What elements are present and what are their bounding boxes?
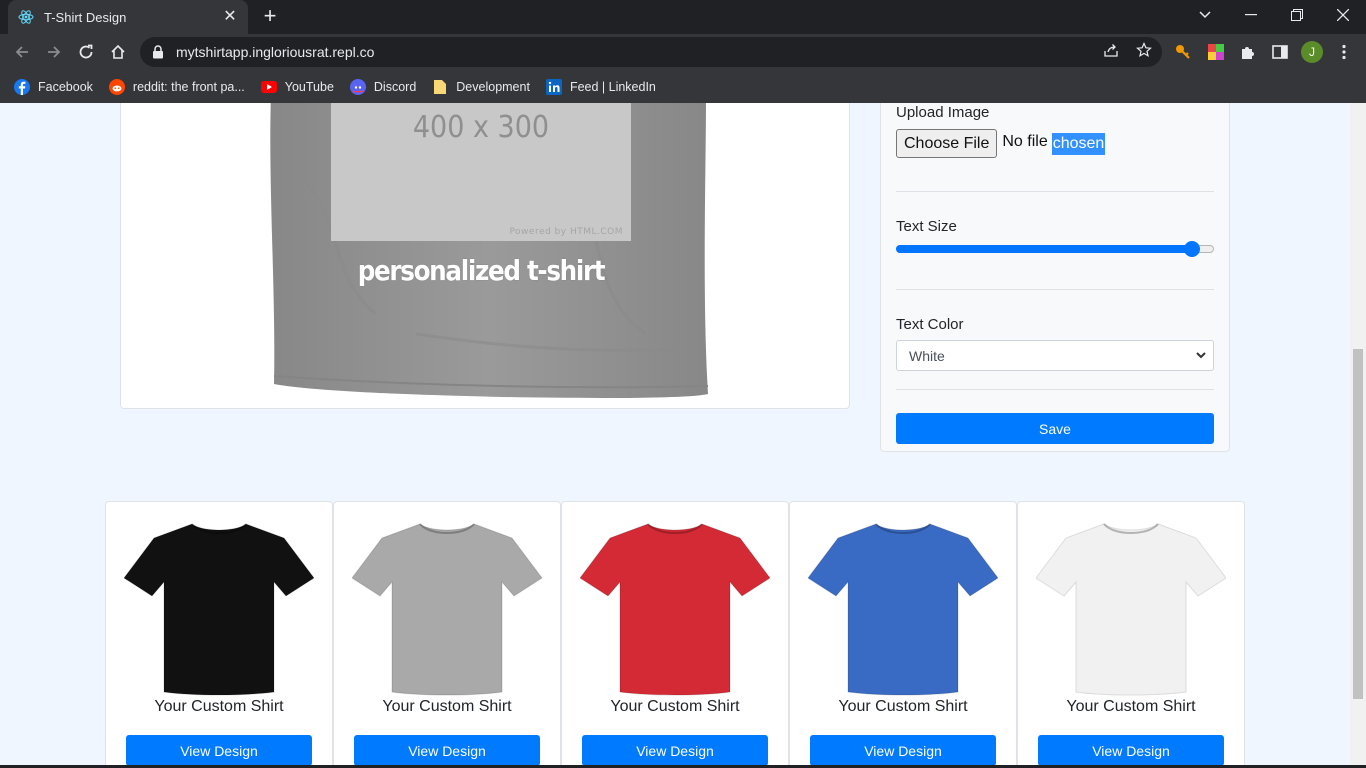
gallery-card-title: Your Custom Shirt bbox=[838, 698, 968, 715]
text-color-label: Text Color bbox=[896, 316, 964, 333]
text-size-label: Text Size bbox=[896, 218, 957, 235]
tshirt-thumbnail[interactable] bbox=[808, 520, 998, 696]
gallery-card: Your Custom Shirt View Design bbox=[561, 501, 789, 768]
view-design-button[interactable]: View Design bbox=[582, 735, 768, 766]
url-text: mytshirtapp.ingloriousrat.repl.co bbox=[176, 44, 375, 60]
bookmark-reddit[interactable]: reddit: the front pa... bbox=[108, 78, 245, 95]
color-extension-icon[interactable] bbox=[1206, 42, 1226, 62]
tshirt-body bbox=[352, 523, 542, 696]
browser-toolbar: mytshirtapp.ingloriousrat.repl.co J bbox=[0, 34, 1366, 70]
text-color-selected-value: White bbox=[909, 347, 945, 364]
share-icon[interactable] bbox=[1102, 41, 1120, 59]
linkedin-icon bbox=[545, 78, 562, 95]
bookmark-youtube[interactable]: YouTube bbox=[260, 79, 334, 95]
tshirt-thumbnail[interactable] bbox=[580, 520, 770, 696]
chevron-down-icon bbox=[1196, 352, 1206, 359]
divider bbox=[896, 191, 1214, 192]
tshirt-body bbox=[808, 523, 998, 696]
design-gallery: Your Custom Shirt View Design Your Custo… bbox=[105, 501, 1245, 768]
design-controls-panel: Upload Image Choose File No file chosen … bbox=[880, 103, 1230, 452]
tab-search-icon[interactable] bbox=[1182, 0, 1228, 30]
gallery-card: Your Custom Shirt View Design bbox=[1017, 501, 1245, 768]
shirt-preview-card: 400 x 300 Powered by HTML.COM personaliz… bbox=[120, 103, 850, 409]
divider bbox=[896, 289, 1214, 290]
scrollbar-thumb[interactable] bbox=[1353, 349, 1363, 699]
back-button[interactable] bbox=[8, 38, 36, 66]
key-extension-icon[interactable] bbox=[1173, 42, 1193, 62]
tshirt-thumbnail[interactable] bbox=[352, 520, 542, 696]
choose-file-button[interactable]: Choose File bbox=[896, 129, 998, 158]
tshirt-body bbox=[124, 523, 314, 696]
bookmark-label: Development bbox=[456, 79, 530, 94]
tab-title: T-Shirt Design bbox=[44, 9, 127, 25]
slider-thumb[interactable] bbox=[1184, 241, 1200, 257]
tshirt-body bbox=[580, 523, 770, 696]
reload-button[interactable] bbox=[72, 38, 100, 66]
bookmark-label: Feed | LinkedIn bbox=[569, 79, 656, 94]
reddit-icon bbox=[108, 78, 125, 95]
facebook-icon bbox=[14, 78, 30, 95]
side-panel-icon[interactable] bbox=[1270, 42, 1290, 62]
uploaded-image-placeholder: 400 x 300 Powered by HTML.COM bbox=[331, 103, 631, 241]
gallery-card-title: Your Custom Shirt bbox=[1066, 698, 1196, 715]
gallery-card: Your Custom Shirt View Design bbox=[105, 501, 333, 768]
youtube-icon bbox=[260, 79, 277, 95]
shirt-custom-text: personalized t-shirt bbox=[357, 254, 606, 287]
tab-strip: T-Shirt Design ✕ + bbox=[0, 0, 1366, 34]
text-size-slider[interactable] bbox=[896, 241, 1214, 257]
bookmark-label: Facebook bbox=[38, 79, 93, 94]
new-tab-button[interactable]: + bbox=[258, 5, 282, 29]
bookmark-label: reddit: the front pa... bbox=[132, 79, 245, 94]
text-color-select[interactable]: White bbox=[896, 340, 1214, 371]
gallery-card-title: Your Custom Shirt bbox=[154, 698, 284, 715]
gallery-card-title: Your Custom Shirt bbox=[610, 698, 740, 715]
bookmark-linkedin[interactable]: Feed | LinkedIn bbox=[545, 78, 656, 95]
slider-fill bbox=[896, 245, 1192, 253]
view-design-button[interactable]: View Design bbox=[354, 735, 540, 766]
profile-avatar[interactable]: J bbox=[1301, 41, 1323, 63]
bookmark-facebook[interactable]: Facebook bbox=[14, 78, 93, 95]
close-tab-icon[interactable]: ✕ bbox=[222, 9, 238, 25]
upload-image-label: Upload Image bbox=[896, 104, 990, 121]
bookmark-discord[interactable]: Discord bbox=[349, 78, 417, 95]
file-input[interactable]: Choose File No file chosen bbox=[896, 129, 1106, 158]
divider bbox=[896, 389, 1214, 390]
react-icon bbox=[18, 9, 34, 25]
view-design-button[interactable]: View Design bbox=[126, 735, 312, 766]
extensions-puzzle-icon[interactable] bbox=[1238, 42, 1258, 62]
more-menu-icon[interactable] bbox=[1334, 42, 1354, 62]
file-status-text: No file bbox=[1002, 132, 1048, 150]
gallery-card-title: Your Custom Shirt bbox=[382, 698, 512, 715]
home-button[interactable] bbox=[104, 38, 132, 66]
tshirt-thumbnail[interactable] bbox=[124, 520, 314, 696]
close-window-button[interactable] bbox=[1320, 0, 1366, 30]
save-button[interactable]: Save bbox=[896, 413, 1214, 444]
lock-icon bbox=[152, 45, 166, 59]
placeholder-size-text: 400 x 300 bbox=[412, 110, 550, 145]
bookmark-development-folder[interactable]: Development bbox=[432, 79, 530, 95]
browser-tab[interactable]: T-Shirt Design ✕ bbox=[8, 0, 248, 34]
tshirt-thumbnail[interactable] bbox=[1036, 520, 1226, 696]
discord-icon bbox=[349, 78, 366, 95]
bookmarks-bar: Facebook reddit: the front pa... YouTube… bbox=[0, 70, 1366, 103]
bookmark-star-icon[interactable] bbox=[1135, 41, 1153, 59]
page-viewport: 400 x 300 Powered by HTML.COM personaliz… bbox=[0, 103, 1350, 768]
restore-button[interactable] bbox=[1274, 0, 1320, 30]
tshirt-body bbox=[1036, 523, 1226, 696]
forward-button[interactable] bbox=[40, 38, 68, 66]
view-design-button[interactable]: View Design bbox=[1038, 735, 1224, 766]
view-design-button[interactable]: View Design bbox=[810, 735, 996, 766]
gallery-card: Your Custom Shirt View Design bbox=[789, 501, 1017, 768]
page-scrollbar[interactable] bbox=[1350, 103, 1366, 768]
minimize-button[interactable] bbox=[1228, 0, 1274, 30]
folder-icon bbox=[432, 79, 448, 95]
browser-chrome: T-Shirt Design ✕ + mytshirtapp.ingloriou… bbox=[0, 0, 1366, 103]
bookmark-label: YouTube bbox=[284, 79, 334, 94]
placeholder-powered-text: Powered by HTML.COM bbox=[509, 227, 623, 237]
gallery-card: Your Custom Shirt View Design bbox=[333, 501, 561, 768]
file-status-selected-text: chosen bbox=[1051, 132, 1106, 155]
address-bar[interactable]: mytshirtapp.ingloriousrat.repl.co bbox=[140, 37, 1162, 67]
bookmark-label: Discord bbox=[373, 79, 417, 94]
file-status: No file chosen bbox=[1002, 132, 1106, 155]
